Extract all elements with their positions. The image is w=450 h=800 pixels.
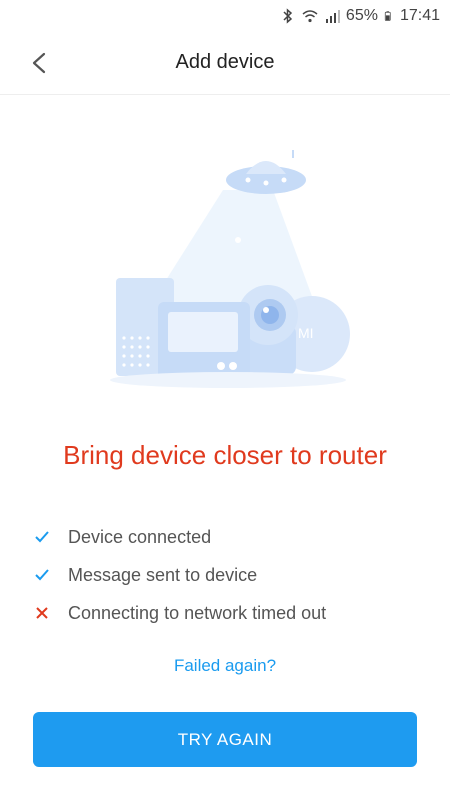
cross-icon [36,607,48,619]
status-bar: 65% 17:41 [0,0,450,32]
error-headline: Bring device closer to router [63,440,387,470]
check-icon [35,569,49,581]
connection-steps: Device connected Message sent to device … [34,518,424,632]
clock: 17:41 [399,7,440,24]
step-label: Message sent to device [68,564,258,585]
step-message-sent: Message sent to device [34,556,424,594]
failed-again-link[interactable]: Failed again? [0,656,450,676]
battery-percent: 65% [345,7,378,24]
battery-icon [384,11,391,21]
try-again-button[interactable]: TRY AGAIN [33,712,417,767]
signal-icon [325,10,340,23]
step-device-connected: Device connected [34,518,424,556]
svg-text:MI: MI [298,325,314,341]
bluetooth-icon [283,8,293,24]
step-label: Device connected [68,526,212,547]
check-icon [35,531,49,543]
page-title: Add device [175,51,275,73]
wifi-icon [302,10,318,23]
app-header: Add device [0,32,450,95]
smart-devices-ufo-illustration: MI [110,150,350,388]
step-label: Connecting to network timed out [68,602,327,623]
step-network-timeout: Connecting to network timed out [34,594,424,632]
